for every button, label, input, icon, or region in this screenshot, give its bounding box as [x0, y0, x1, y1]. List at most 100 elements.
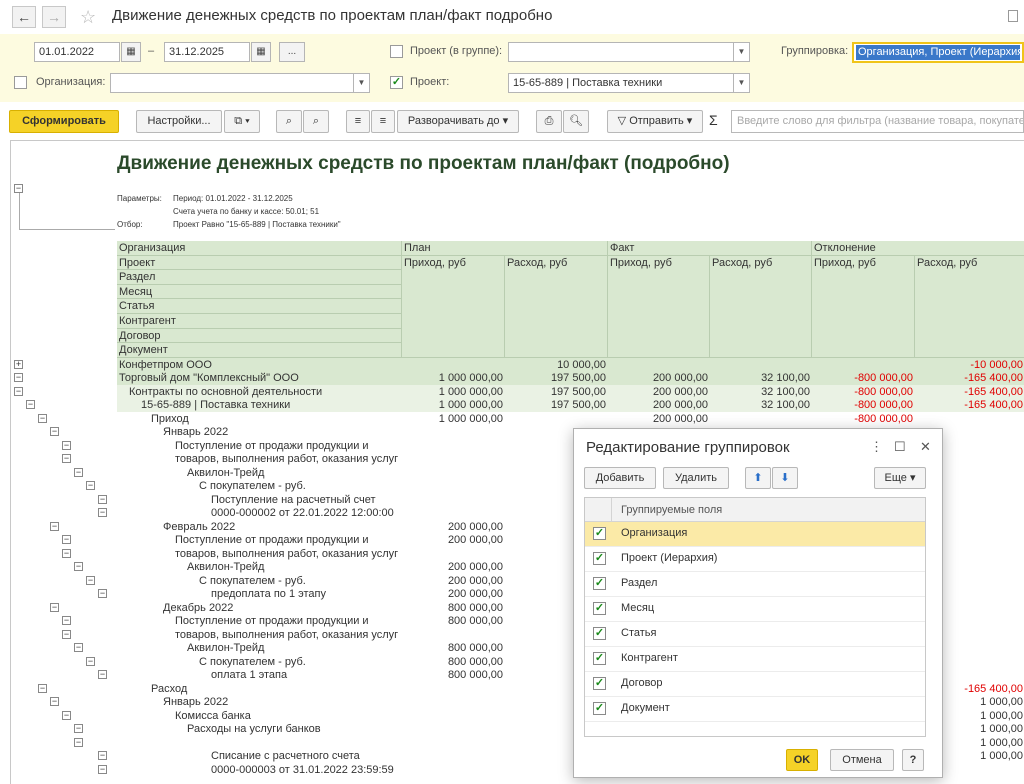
filter-search-input[interactable]: Введите слово для фильтра (название това…	[731, 110, 1024, 133]
find-next-button[interactable]: ⌕	[303, 110, 329, 133]
collapse-row-toggle[interactable]: −	[14, 373, 23, 382]
project-input[interactable]: 15-65-889 | Поставка техники	[508, 73, 734, 93]
project-group-input[interactable]	[508, 42, 734, 62]
collapse-row-toggle[interactable]: −	[74, 562, 83, 571]
report-row-label[interactable]: Конфетпром ООО	[117, 357, 402, 371]
report-row-label[interactable]: С покупателем - руб.	[199, 574, 402, 588]
maximize-icon[interactable]: ☐	[894, 439, 906, 455]
collapse-row-toggle[interactable]: −	[86, 481, 95, 490]
date-to-input[interactable]: 31.12.2025	[164, 42, 250, 62]
date-from-input[interactable]: 01.01.2022	[34, 42, 120, 62]
report-row-label[interactable]: Поступление от продажи продукции и	[175, 439, 402, 453]
calendar-to-button[interactable]: ▦	[251, 42, 271, 62]
organization-checkbox[interactable]	[14, 76, 27, 89]
collapse-row-toggle[interactable]: −	[74, 467, 83, 477]
report-row-label[interactable]: Расход	[151, 682, 402, 696]
more-vert-icon[interactable]: ⋮	[870, 439, 883, 455]
delete-button[interactable]: Удалить	[663, 467, 729, 489]
report-row-label[interactable]: Расходы на услуги банков	[187, 722, 402, 736]
close-icon[interactable]: ✕	[920, 439, 931, 455]
grouping-field-row[interactable]: ✓ Месяц	[585, 597, 925, 622]
collapse-row-toggle[interactable]: −	[62, 440, 71, 450]
collapse-row-toggle[interactable]: −	[74, 724, 83, 733]
report-row-label[interactable]: 0000-000002 от 22.01.2022 12:00:00	[211, 506, 402, 520]
grouping-field-checkbox[interactable]: ✓	[593, 627, 606, 640]
collapse-row-toggle[interactable]: −	[50, 697, 59, 706]
collapse-row-toggle[interactable]: −	[98, 670, 107, 679]
collapse-row-toggle[interactable]: −	[14, 386, 23, 396]
project-checkbox[interactable]: ✓	[390, 76, 403, 89]
report-row-label[interactable]	[187, 736, 402, 750]
report-row-label[interactable]: 0000-000003 от 31.01.2022 23:59:59	[211, 763, 402, 777]
grouping-field-checkbox[interactable]: ✓	[593, 677, 606, 690]
report-row-label[interactable]: Январь 2022	[163, 695, 402, 709]
organization-input[interactable]	[110, 73, 354, 93]
grouping-field[interactable]: Организация, Проект (Иерархия)	[852, 42, 1024, 63]
print-button[interactable]: ⎙	[536, 110, 562, 133]
collapse-row-toggle[interactable]: −	[74, 737, 83, 747]
calendar-from-button[interactable]: ▦	[121, 42, 141, 62]
send-button[interactable]: ▽ Отправить ▾	[607, 110, 703, 133]
report-row-label[interactable]: Аквилон-Трейд	[187, 560, 402, 574]
document-icon[interactable]	[1008, 10, 1018, 22]
collapse-all-button[interactable]: ≡	[371, 110, 395, 133]
collapse-row-toggle[interactable]: −	[26, 400, 35, 409]
report-row-label[interactable]: Торговый дом "Комплексный" ООО	[117, 371, 402, 385]
forward-button[interactable]: →	[42, 6, 66, 28]
grouping-field-checkbox[interactable]: ✓	[593, 652, 606, 665]
grouping-field-row[interactable]: ✓ Документ	[585, 697, 925, 722]
report-row-label[interactable]: товаров, выполнения работ, оказания услу…	[175, 547, 402, 561]
grouping-field-checkbox[interactable]: ✓	[593, 702, 606, 715]
period-more-button[interactable]: ...	[279, 42, 305, 62]
collapse-row-toggle[interactable]: −	[38, 683, 47, 693]
collapse-row-toggle[interactable]: −	[98, 494, 107, 504]
report-row-label[interactable]: С покупателем - руб.	[199, 479, 402, 493]
settings-button[interactable]: Настройки...	[136, 110, 222, 133]
ok-button[interactable]: OK	[786, 749, 818, 771]
expand-row-toggle[interactable]: +	[14, 359, 23, 369]
collapse-row-toggle[interactable]: −	[50, 427, 59, 436]
collapse-row-toggle[interactable]: −	[98, 508, 107, 517]
report-row-label[interactable]: Февраль 2022	[163, 520, 402, 534]
collapse-header-toggle[interactable]: −	[14, 184, 23, 193]
report-row-label[interactable]: товаров, выполнения работ, оказания услу…	[175, 628, 402, 642]
report-row-label[interactable]: Декабрь 2022	[163, 601, 402, 615]
preview-button[interactable]: 🔍︎	[563, 110, 589, 133]
collapse-row-toggle[interactable]: −	[50, 521, 59, 531]
move-up-button[interactable]: ⬆	[745, 467, 771, 489]
collapse-row-toggle[interactable]: −	[98, 589, 107, 598]
report-row-label[interactable]: 15-65-889 | Поставка техники	[117, 398, 402, 412]
find-button[interactable]: ⌕	[276, 110, 302, 133]
report-row-label[interactable]: Комисса банка	[175, 709, 402, 723]
more-button[interactable]: Еще ▾	[874, 467, 926, 489]
collapse-row-toggle[interactable]: −	[62, 454, 71, 463]
grouping-field-row[interactable]: ✓ Статья	[585, 622, 925, 647]
grouping-field-row[interactable]: ✓ Проект (Иерархия)	[585, 547, 925, 572]
report-row-label[interactable]: товаров, выполнения работ, оказания услу…	[175, 452, 402, 466]
move-down-button[interactable]: ⬇	[772, 467, 798, 489]
report-row-label[interactable]: Поступление от продажи продукции и	[175, 533, 402, 547]
collapse-row-toggle[interactable]: −	[74, 643, 83, 652]
favorite-star-icon[interactable]: ☆	[80, 6, 96, 28]
collapse-row-toggle[interactable]: −	[62, 616, 71, 625]
collapse-row-toggle[interactable]: −	[98, 764, 107, 774]
report-row-label[interactable]: Аквилон-Трейд	[187, 641, 402, 655]
collapse-row-toggle[interactable]: −	[50, 602, 59, 612]
report-row-label[interactable]: Списание с расчетного счета	[211, 749, 402, 763]
grouping-field-row[interactable]: ✓ Договор	[585, 672, 925, 697]
report-row-label[interactable]: Поступление на расчетный счет	[211, 493, 402, 507]
grouping-field-checkbox[interactable]: ✓	[593, 552, 606, 565]
collapse-row-toggle[interactable]: −	[62, 710, 71, 720]
grouping-field-row[interactable]: ✓ Организация	[585, 522, 925, 547]
help-button[interactable]: ?	[902, 749, 924, 771]
add-button[interactable]: Добавить	[584, 467, 656, 489]
report-row-label[interactable]: Январь 2022	[163, 425, 402, 439]
report-row-label[interactable]: Приход	[151, 412, 402, 426]
collapse-row-toggle[interactable]: −	[62, 629, 71, 639]
variants-button[interactable]: ⧉ ▾	[224, 110, 260, 133]
sum-icon[interactable]: Σ	[709, 112, 718, 128]
generate-button[interactable]: Сформировать	[9, 110, 119, 133]
report-row-label[interactable]: оплата 1 этапа	[211, 668, 402, 682]
grouping-field-row[interactable]: ✓ Раздел	[585, 572, 925, 597]
report-row-label[interactable]: Аквилон-Трейд	[187, 466, 402, 480]
